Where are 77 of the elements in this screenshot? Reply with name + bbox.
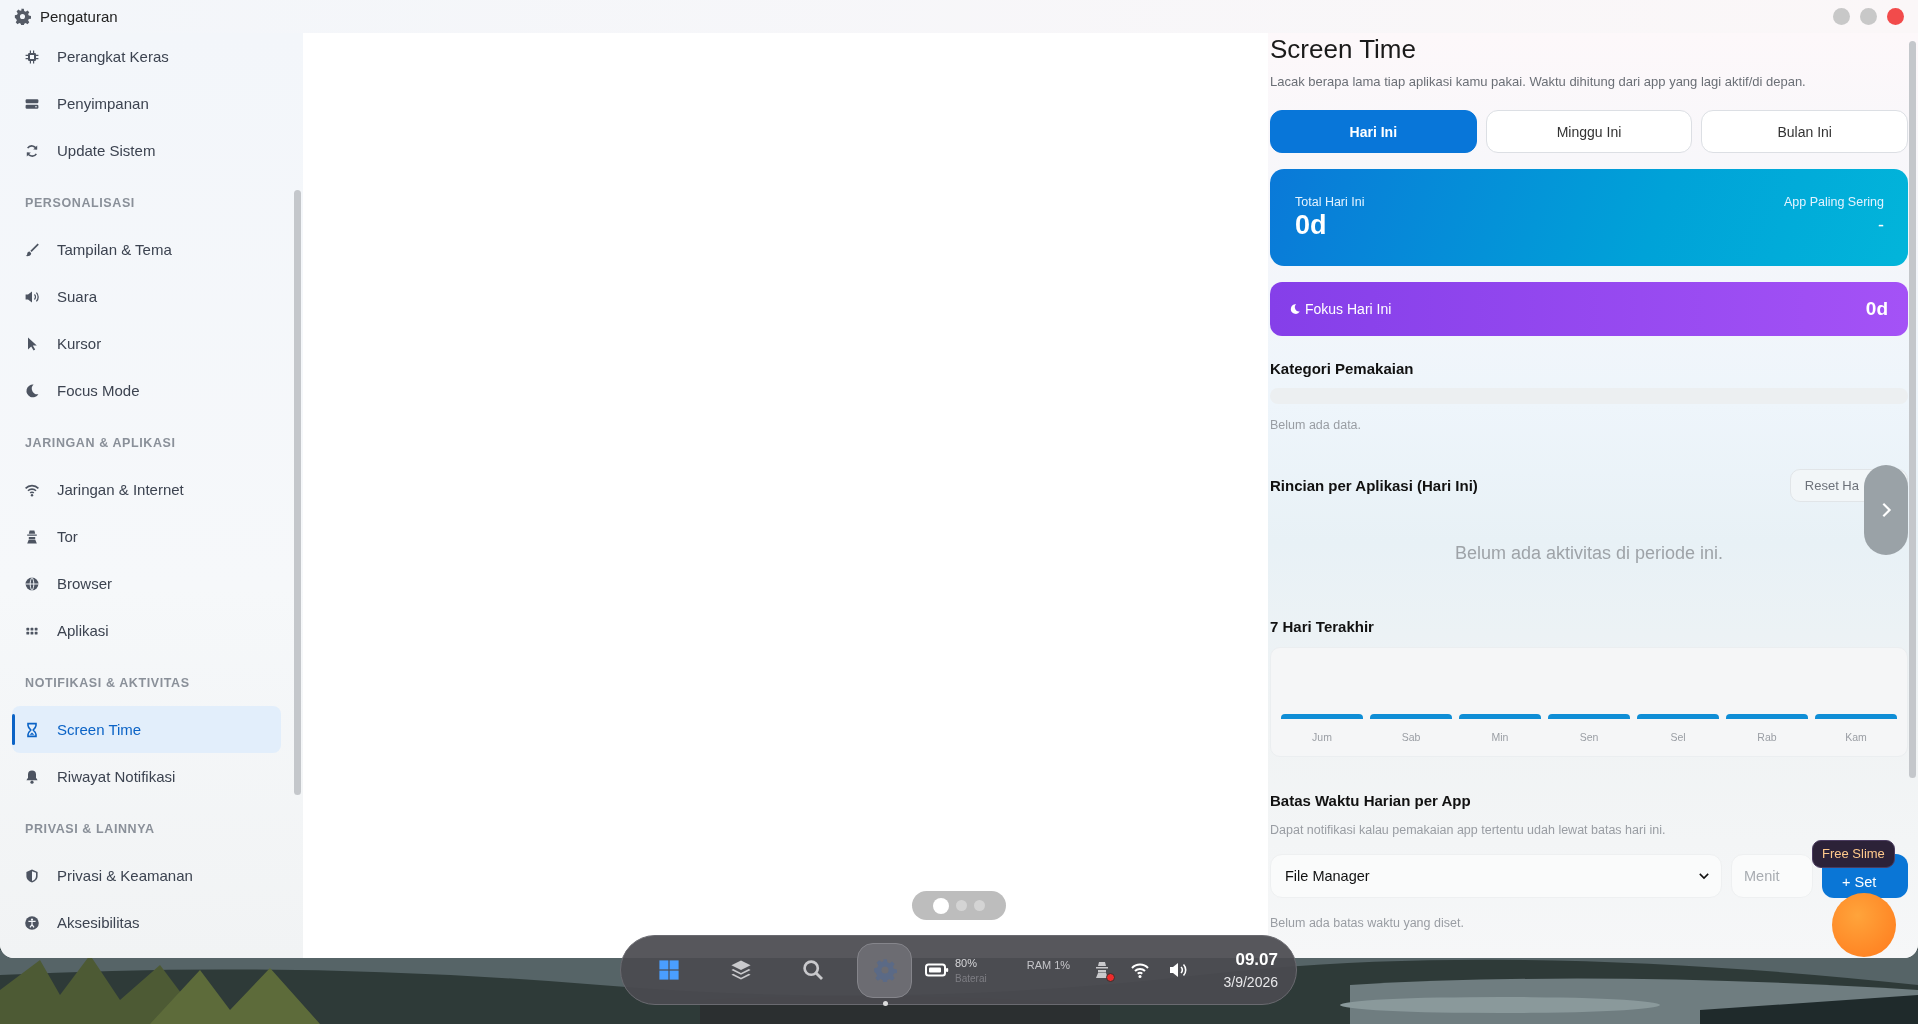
chip-icon — [24, 48, 40, 65]
sidebar-item[interactable]: Penyimpanan — [12, 80, 281, 127]
period-tab[interactable]: Minggu Ini — [1485, 110, 1693, 153]
day-label: Rab — [1757, 731, 1777, 743]
total-value: 0d — [1295, 208, 1328, 241]
period-tab[interactable]: Bulan Ini — [1701, 110, 1908, 153]
minimize-button[interactable] — [1833, 8, 1850, 25]
ram-usage: RAM 1% — [1026, 959, 1071, 971]
sidebar-item[interactable]: Tor — [12, 513, 281, 560]
battery-icon — [925, 963, 949, 977]
active-indicator — [883, 1000, 888, 1006]
minutes-field[interactable]: Menit — [1731, 854, 1813, 898]
period-tab[interactable]: Hari Ini — [1270, 110, 1477, 153]
search-icon — [800, 958, 825, 982]
maximize-button[interactable] — [1860, 8, 1877, 25]
window-title: Pengaturan — [40, 8, 118, 25]
sidebar-item[interactable]: Browser — [12, 560, 281, 607]
day-label: Jum — [1312, 731, 1332, 743]
empty-message: Belum ada aktivitas di periode ini. — [1453, 543, 1725, 564]
clock-time: 09.07 — [1235, 950, 1278, 970]
sidebar-item[interactable]: Riwayat Notifikasi — [12, 753, 281, 800]
gear-icon — [14, 8, 31, 25]
app-select[interactable]: File Manager — [1270, 854, 1722, 898]
day-label: Min — [1491, 731, 1509, 743]
scrollbar[interactable] — [294, 190, 301, 795]
clock-date: 3/9/2026 — [1223, 974, 1278, 990]
refresh-icon — [24, 142, 40, 159]
moon-icon — [1289, 303, 1301, 315]
sidebar-item[interactable]: Aksesibilitas — [12, 899, 281, 946]
focus-value: 0d — [1865, 298, 1888, 320]
page-subtitle: Lacak berapa lama tiap aplikasi kamu pakai. Waktu dihitung dari app yang lagi aktif/di depan. — [1270, 73, 1807, 91]
globe-icon — [24, 575, 40, 592]
scrollbar[interactable] — [1909, 41, 1916, 778]
close-button[interactable] — [1887, 8, 1904, 25]
focus-label: Fokus Hari Ini — [1305, 301, 1392, 317]
section-heading: PERSONALISASI — [24, 195, 136, 212]
sidebar-item[interactable]: Privasi & Keamanan — [12, 852, 281, 899]
section-heading: Batas Waktu Harian per App — [1270, 792, 1472, 809]
top-app-label: App Paling Sering — [1783, 194, 1884, 209]
empty-message: Belum ada batas waktu yang diset. — [1270, 916, 1465, 930]
sidebar-item[interactable]: Aplikasi — [12, 607, 281, 654]
page-title: Screen Time — [1270, 33, 1417, 66]
bell-icon — [24, 768, 40, 785]
sidebar-item[interactable]: Perangkat Keras — [12, 33, 281, 80]
sidebar-item[interactable]: Focus Mode — [12, 367, 281, 414]
shield-icon — [24, 867, 40, 884]
section-heading: NOTIFIKASI & AKTIVITAS — [24, 675, 191, 692]
section-heading: Kategori Pemakaian — [1270, 360, 1415, 377]
top-app-value: - — [1878, 213, 1884, 237]
battery-percent: 80% — [955, 956, 979, 969]
empty-message: Belum ada data. — [1270, 418, 1363, 432]
sidebar-item[interactable]: Tampilan & Tema — [12, 226, 281, 273]
sidebar-item[interactable]: Jaringan & Internet — [12, 466, 281, 513]
speaker-icon[interactable] — [1168, 960, 1189, 980]
tooltip: Free Slime — [1812, 840, 1895, 868]
day-label: Sel — [1670, 731, 1686, 743]
accessibility-icon — [24, 914, 40, 931]
day-label: Sen — [1579, 731, 1599, 743]
section-heading: JARINGAN & APLIKASI — [24, 435, 177, 452]
section-heading: PRIVASI & LAINNYA — [24, 821, 156, 838]
day-label: Sab — [1401, 731, 1421, 743]
moon-icon — [24, 382, 40, 399]
section-description: Dapat notifikasi kalau pemakaian app tertentu udah lewat batas hari ini. — [1270, 823, 1667, 837]
brush-icon — [24, 241, 40, 258]
next-button[interactable] — [1864, 465, 1908, 555]
sidebar-item[interactable]: Kursor — [12, 320, 281, 367]
total-label: Total Hari Ini — [1295, 194, 1365, 209]
day-label: Kam — [1845, 731, 1867, 743]
sidebar-item[interactable]: Screen Time — [12, 706, 281, 753]
windows-icon — [656, 958, 681, 982]
section-heading: 7 Hari Terakhir — [1270, 618, 1375, 635]
sidebar-item[interactable]: Update Sistem — [12, 127, 281, 174]
sidebar-item[interactable]: Suara — [12, 273, 281, 320]
hourglass-icon — [24, 721, 40, 738]
section-heading: Rincian per Aplikasi (Hari Ini) — [1270, 477, 1478, 494]
page-dot[interactable] — [933, 897, 949, 914]
figure-icon — [24, 528, 40, 545]
